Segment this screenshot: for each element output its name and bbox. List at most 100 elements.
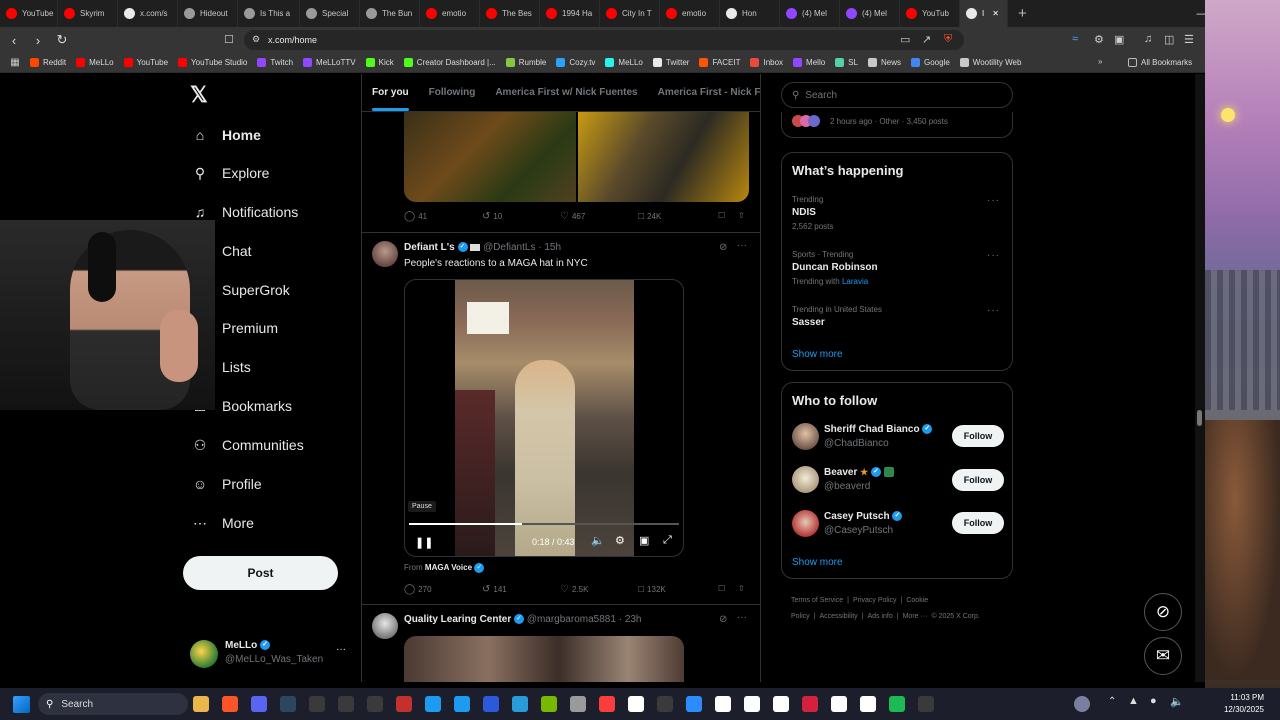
follow-button[interactable]: Follow <box>952 469 1004 491</box>
from-source-link[interactable]: MAGA Voice <box>425 563 472 572</box>
space-card[interactable]: 2 hours ago · Other · 3,450 posts <box>781 112 1013 138</box>
app-icon[interactable] <box>686 696 702 712</box>
fullscreen-icon[interactable]: ⤢ <box>663 534 672 547</box>
browser-tab[interactable]: Hideout <box>178 0 238 27</box>
app-icon[interactable] <box>454 696 470 712</box>
post1-media[interactable] <box>404 112 749 202</box>
bookmark-item[interactable]: Inbox <box>750 58 783 67</box>
feed-tab[interactable]: America First w/ Nick Fuentes <box>485 74 647 111</box>
browser-tab[interactable]: City In T <box>600 0 660 27</box>
bookmark-post-icon[interactable]: ☐ <box>718 211 725 220</box>
file-explorer-icon[interactable] <box>193 696 209 712</box>
repost-button[interactable]: ↺ 10 <box>482 211 502 222</box>
browser-tab[interactable]: (4) Mel <box>840 0 900 27</box>
follow-avatar[interactable] <box>792 510 819 537</box>
windows-start-icon[interactable] <box>13 696 30 713</box>
follow-button[interactable]: Follow <box>952 425 1004 447</box>
video-player[interactable]: Pause ❚❚ 0:18 / 0:43 🔈 ⚙ ▣ ⤢ <box>404 279 684 557</box>
browser-tab[interactable]: The Bun <box>360 0 420 27</box>
grok-post-icon[interactable]: ⊘ <box>719 242 727 253</box>
wallet-icon[interactable]: ≈ <box>1072 33 1078 45</box>
browser-tab[interactable]: I ✕ <box>960 0 1008 27</box>
footer-link[interactable]: Ads info <box>867 613 892 620</box>
footer-link[interactable]: Privacy Policy <box>853 597 897 604</box>
address-bar[interactable]: ⚙ x.com/home ▭ ↗ ⛨ <box>244 30 964 50</box>
app-icon[interactable] <box>657 696 673 712</box>
like-button[interactable]: ♡ 2.5K <box>560 584 588 595</box>
x-logo-icon[interactable]: 𝕏 <box>190 84 212 106</box>
post3-handle[interactable]: @margbaroma5881 <box>527 614 616 625</box>
browser-tab[interactable]: emotio <box>660 0 720 27</box>
nvidia-icon[interactable] <box>541 696 557 712</box>
messages-fab-icon[interactable]: ✉ <box>1144 637 1182 675</box>
site-info-icon[interactable]: ⚙ <box>252 34 260 45</box>
browser-tab[interactable]: emotio <box>420 0 480 27</box>
brave-icon[interactable] <box>222 696 238 712</box>
app-icon[interactable] <box>309 696 325 712</box>
app-icon[interactable] <box>860 696 876 712</box>
taskbar-search[interactable]: ⚲ Search <box>38 693 188 715</box>
post-button[interactable]: Post <box>183 556 338 590</box>
media-icon[interactable]: ▣ <box>1114 33 1124 46</box>
follow-name[interactable]: Sheriff Chad Bianco <box>824 424 920 435</box>
follow-name[interactable]: Casey Putsch <box>824 511 890 522</box>
app-icon[interactable] <box>367 696 383 712</box>
reply-button[interactable]: ◯ 41 <box>404 211 427 222</box>
nav-item-home[interactable]: ⌂ Home <box>190 122 261 148</box>
new-tab-icon[interactable]: + <box>1008 5 1037 22</box>
grok-post-icon[interactable]: ⊘ <box>719 614 727 625</box>
app-icon[interactable] <box>715 696 731 712</box>
post2-time[interactable]: 15h <box>544 242 561 253</box>
page-scrollbar[interactable] <box>1195 74 1205 682</box>
reply-button[interactable]: ◯ 270 <box>404 584 432 595</box>
brave-shield-icon[interactable]: ⛨ <box>944 33 952 46</box>
browser-tab[interactable]: (4) Mel <box>780 0 840 27</box>
copilot-icon[interactable] <box>1074 696 1090 712</box>
post-more-icon[interactable]: ··· <box>737 612 747 623</box>
forward-icon[interactable]: › <box>28 33 48 48</box>
volume-icon[interactable]: 🔈 <box>591 534 605 547</box>
twitter-icon[interactable] <box>512 696 528 712</box>
microphone-icon[interactable]: ● <box>1150 695 1157 707</box>
post3-media[interactable] <box>404 636 684 682</box>
volume-tray-icon[interactable]: 🔈 <box>1170 695 1184 708</box>
footer-link[interactable]: Terms of Service <box>791 597 843 604</box>
bookmark-item[interactable]: Cozy.tv <box>556 58 595 67</box>
browser-tab[interactable]: Is This a <box>238 0 300 27</box>
browser-tab[interactable]: The Bes <box>480 0 540 27</box>
views-button[interactable]: □ 132K <box>638 584 666 595</box>
reload-icon[interactable]: ↻ <box>52 32 72 48</box>
follow-avatar[interactable] <box>792 423 819 450</box>
discord-icon[interactable] <box>251 696 267 712</box>
pip-icon[interactable]: ▣ <box>639 534 649 547</box>
taskbar-clock[interactable]: 11:03 PM 12/30/2025 <box>1224 692 1264 716</box>
like-button[interactable]: ♡ 467 <box>560 211 585 222</box>
scrollbar-thumb[interactable] <box>1197 410 1202 426</box>
show-more-follow-link[interactable]: Show more <box>792 557 843 568</box>
footer-link[interactable]: © 2025 X Corp. <box>931 613 979 620</box>
trend-more-icon[interactable]: ··· <box>987 250 1000 261</box>
bookmark-post-icon[interactable]: ☐ <box>718 584 725 593</box>
bookmark-item[interactable]: Twitch <box>257 58 293 67</box>
post2-handle[interactable]: @DefiantLs <box>483 242 535 253</box>
bookmark-page-icon[interactable]: ☐ <box>224 33 234 46</box>
app-icon[interactable] <box>744 696 760 712</box>
bookmark-item[interactable]: News <box>867 58 901 67</box>
trend-sub-link[interactable]: Laravia <box>842 277 868 286</box>
trend-title[interactable]: Duncan Robinson <box>792 262 878 273</box>
app-icon[interactable] <box>831 696 847 712</box>
bookmark-item[interactable]: Twitter <box>652 58 689 67</box>
bookmark-item[interactable]: MeLLoTTV <box>303 58 356 67</box>
trend-title[interactable]: Sasser <box>792 317 825 328</box>
post-more-icon[interactable]: ··· <box>737 240 747 251</box>
footer-link[interactable]: More ··· <box>903 613 928 620</box>
app-icon[interactable] <box>396 696 412 712</box>
extensions-icon[interactable]: ⚙ <box>1094 33 1104 46</box>
bookmark-item[interactable]: FACEIT <box>699 58 740 67</box>
close-tab-icon[interactable]: ✕ <box>992 9 999 18</box>
account-switcher[interactable]: MeLLo ✓ @MeLLo_Was_Taken ··· <box>190 638 350 670</box>
nav-item-more[interactable]: ⋯ More <box>190 510 254 536</box>
feed-tab[interactable]: For you <box>362 74 419 111</box>
follow-avatar[interactable] <box>792 466 819 493</box>
app-icon[interactable] <box>425 696 441 712</box>
